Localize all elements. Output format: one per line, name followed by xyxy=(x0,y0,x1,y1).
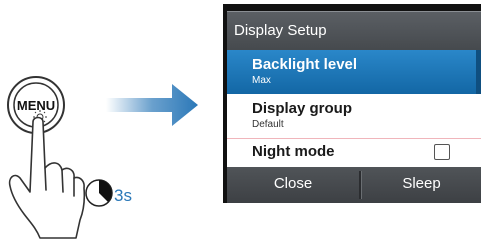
list-item-value: Max xyxy=(252,75,271,86)
menu-key-label: MENU xyxy=(17,98,55,113)
finger-hand-icon xyxy=(8,116,86,239)
arrow-right-icon xyxy=(106,84,198,126)
list-item-label: Backlight level xyxy=(252,56,358,73)
list-item-label: Display group xyxy=(252,100,353,117)
settings-list: Backlight level Max Display group Defaul… xyxy=(227,50,481,167)
scrollbar-thumb[interactable] xyxy=(476,50,481,94)
dialog-footer: Close Sleep xyxy=(227,167,481,203)
list-item-label: Night mode xyxy=(252,143,335,160)
sleep-button[interactable]: Sleep xyxy=(362,167,481,203)
list-item-display-group[interactable]: Display group Default xyxy=(227,94,481,139)
dialog-header: Display Setup xyxy=(227,11,481,51)
night-mode-checkbox[interactable] xyxy=(434,144,450,160)
list-item-backlight-level[interactable]: Backlight level Max xyxy=(227,50,481,94)
list-item-night-mode[interactable]: Night mode xyxy=(227,139,481,167)
timer-icon xyxy=(85,179,113,207)
hold-duration-label: 3s xyxy=(114,186,132,205)
dialog-title: Display Setup xyxy=(234,22,327,39)
close-button[interactable]: Close xyxy=(227,167,359,203)
list-item-value: Default xyxy=(252,119,284,130)
device-screen: Display Setup Backlight level Max Displa… xyxy=(223,4,481,203)
